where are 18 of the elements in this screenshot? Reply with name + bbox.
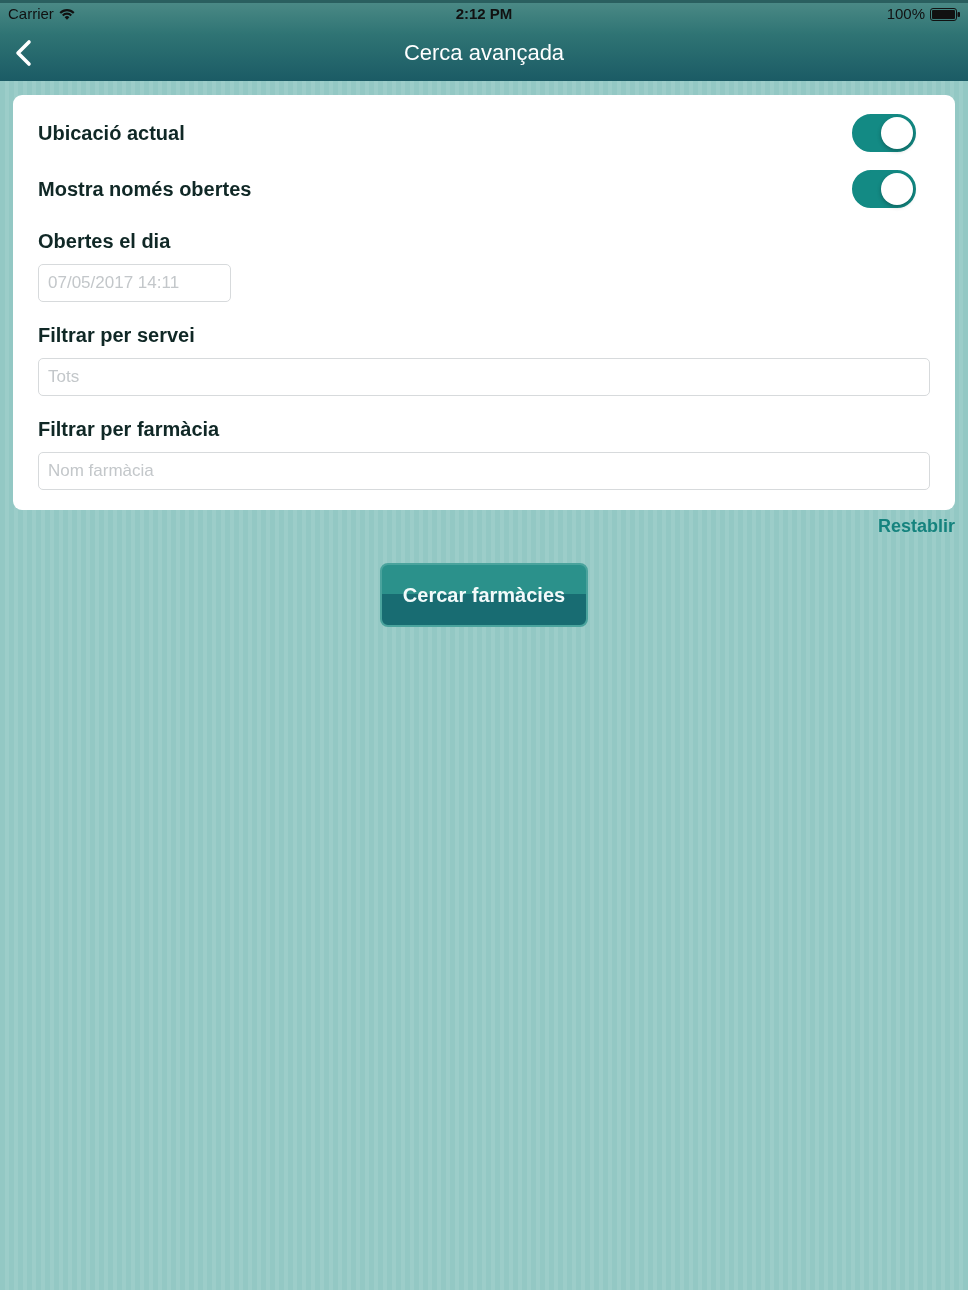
field-label: Filtrar per farmàcia — [38, 417, 220, 441]
field-label: Filtrar per servei — [38, 323, 195, 347]
input-field[interactable]: Tots — [38, 358, 930, 396]
screen-title: Cerca avançada — [403, 40, 565, 66]
battery-icon — [930, 7, 960, 21]
toggle-label: Ubicació actual — [38, 121, 185, 145]
search-button[interactable]: Cercar farmàcies — [380, 563, 588, 627]
input-field[interactable]: Nom farmàcia — [38, 452, 930, 490]
clock-time: 2:12 PM — [455, 5, 513, 23]
date-field[interactable]: 07/05/2017 14:11 — [38, 264, 231, 302]
battery-percent: 100% — [886, 5, 925, 23]
back-chevron-icon — [14, 39, 32, 67]
carrier-label: Carrier — [8, 5, 54, 23]
wifi-icon — [58, 8, 75, 20]
toggle-label: Mostra només obertes — [38, 177, 252, 201]
field-label: Obertes el dia — [38, 229, 171, 253]
toggle-switch[interactable] — [852, 114, 916, 152]
toggle-switch[interactable] — [852, 170, 916, 208]
